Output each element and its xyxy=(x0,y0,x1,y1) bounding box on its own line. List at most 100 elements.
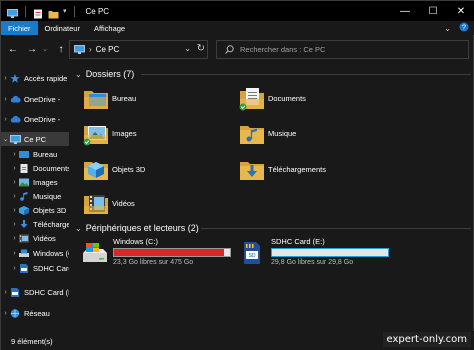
item-count: 9 élément(s) xyxy=(11,336,53,346)
music-folder-icon xyxy=(239,120,265,146)
divider xyxy=(141,74,471,75)
expand-ribbon-icon[interactable]: ⌄ xyxy=(444,24,451,33)
search-icon xyxy=(225,45,234,54)
chevron-right-icon[interactable]: › xyxy=(10,250,19,257)
folder-images[interactable]: Images xyxy=(83,119,137,147)
divider xyxy=(73,5,75,17)
chevron-down-icon[interactable]: ⌄ xyxy=(75,224,82,233)
forward-arrow-icon[interactable]: → xyxy=(25,42,39,56)
drive-usage-fill xyxy=(114,249,225,256)
breadcrumb-current[interactable]: Ce PC xyxy=(96,45,120,54)
folder-videos[interactable]: Vidéos xyxy=(83,189,135,217)
watermark-logo: expert-only.com xyxy=(382,332,471,347)
navigation-pane: › Accès rapide › OneDrive - › OneDrive -… xyxy=(1,65,69,331)
title-bar: ▾ Ce PC — ☐ ✕ xyxy=(1,1,474,21)
refresh-icon[interactable]: ↻ xyxy=(197,43,205,54)
chevron-right-icon[interactable]: › xyxy=(10,265,19,272)
chevron-right-icon[interactable]: › xyxy=(10,207,19,214)
drive-usage-bar xyxy=(113,248,231,257)
hard-drive-icon xyxy=(81,241,109,265)
folder-musique[interactable]: Musique xyxy=(239,119,296,147)
tab-fichier[interactable]: Fichier xyxy=(1,21,38,35)
sidebar-item-onedrive-1[interactable]: › OneDrive - xyxy=(1,92,60,106)
folder-objets-3d[interactable]: Objets 3D xyxy=(83,155,145,183)
images-folder-icon xyxy=(83,120,109,146)
quick-access-dropdown-icon[interactable]: ▾ xyxy=(63,7,67,15)
chevron-right-icon[interactable]: › xyxy=(1,96,10,103)
videos-folder-icon xyxy=(83,190,109,216)
sidebar-item-reseau[interactable]: › Réseau xyxy=(1,306,50,320)
recent-locations-icon[interactable]: ⌄ xyxy=(41,42,49,56)
ribbon-right-controls: ⌄ ? xyxy=(444,21,469,35)
images-folder-icon xyxy=(19,178,29,187)
music-folder-icon xyxy=(19,191,29,201)
chevron-right-icon[interactable]: › xyxy=(10,235,19,242)
tab-affichage[interactable]: Affichage xyxy=(87,21,132,35)
sidebar-item-onedrive-2[interactable]: › OneDrive - xyxy=(1,112,60,126)
network-icon xyxy=(10,308,20,318)
chevron-right-icon[interactable]: › xyxy=(1,310,10,317)
chevron-right-icon[interactable]: › xyxy=(1,116,10,123)
sidebar-item-objets-3d[interactable]: › Objets 3D xyxy=(10,203,66,217)
properties-icon[interactable] xyxy=(33,6,44,19)
sd-card-icon xyxy=(19,263,29,273)
sidebar-item-telechargements[interactable]: › Téléchargements xyxy=(10,217,69,231)
breadcrumb-separator-icon[interactable]: › xyxy=(89,45,92,54)
3d-objects-icon xyxy=(19,205,29,215)
computer-icon xyxy=(74,44,85,55)
sidebar-item-windows-c[interactable]: › Windows (C:) xyxy=(10,246,69,260)
chevron-right-icon[interactable]: › xyxy=(10,151,19,158)
folder-documents[interactable]: Documents xyxy=(239,84,306,112)
close-button[interactable]: ✕ xyxy=(447,1,474,21)
svg-text:?: ? xyxy=(462,25,466,32)
chevron-right-icon[interactable]: › xyxy=(10,165,19,172)
chevron-down-icon[interactable]: ⌄ xyxy=(75,70,82,79)
drives-group-header[interactable]: ⌄ Périphériques et lecteurs (2) xyxy=(75,221,199,235)
folder-bureau[interactable]: Bureau xyxy=(83,84,136,112)
navigation-bar: ← → ⌄ ↑ › Ce PC ⌄ ↻ Rechercher dans : Ce… xyxy=(1,35,474,63)
drive-space-info: 23,3 Go libres sur 475 Go xyxy=(113,259,194,266)
divider xyxy=(25,5,26,17)
documents-folder-icon xyxy=(19,163,29,173)
tab-ordinateur[interactable]: Ordinateur xyxy=(38,21,87,35)
desktop-folder-icon xyxy=(83,85,109,111)
sidebar-item-ce-pc[interactable]: ⌄ Ce PC xyxy=(1,132,69,146)
drive-windows-c[interactable]: Windows (C:) 23,3 Go libres sur 475 Go xyxy=(81,237,241,273)
drive-space-info: 29,8 Go libres sur 29,8 Go xyxy=(271,259,354,266)
drive-sdhc-card-e[interactable]: SD SDHC Card (E:) 29,8 Go libres sur 29,… xyxy=(239,237,399,273)
sidebar-item-bureau[interactable]: › Bureau xyxy=(10,147,57,161)
address-dropdown-icon[interactable]: ⌄ xyxy=(184,44,191,53)
sd-card-icon xyxy=(10,287,20,297)
sidebar-item-images[interactable]: › Images xyxy=(10,175,57,189)
address-bar[interactable]: › Ce PC ⌄ ↻ xyxy=(69,40,208,59)
chevron-right-icon[interactable]: › xyxy=(1,289,10,296)
help-icon[interactable]: ? xyxy=(459,22,469,34)
chevron-right-icon[interactable]: › xyxy=(1,75,10,82)
up-arrow-icon[interactable]: ↑ xyxy=(54,42,68,56)
content-pane: ⌄ Dossiers (7) Bureau Documents Images M… xyxy=(71,65,474,331)
download-folder-icon xyxy=(239,156,265,182)
chevron-down-icon[interactable]: ⌄ xyxy=(1,135,10,143)
sidebar-item-musique[interactable]: › Musique xyxy=(10,189,61,203)
drive-usage-bar xyxy=(271,248,389,257)
folders-group-header[interactable]: ⌄ Dossiers (7) xyxy=(75,67,134,81)
computer-icon xyxy=(7,6,18,18)
sidebar-item-sdhc-card-root[interactable]: › SDHC Card (E:) xyxy=(1,285,69,299)
search-box[interactable]: Rechercher dans : Ce PC xyxy=(216,40,469,59)
chevron-right-icon[interactable]: › xyxy=(10,221,19,228)
sidebar-item-videos[interactable]: › Vidéos xyxy=(10,231,55,245)
download-icon xyxy=(19,219,29,229)
folder-telechargements[interactable]: Téléchargements xyxy=(239,155,326,183)
maximize-button[interactable]: ☐ xyxy=(419,1,447,21)
quick-access-toolbar: ▾ xyxy=(1,5,78,19)
cloud-icon xyxy=(10,115,21,124)
chevron-right-icon[interactable]: › xyxy=(10,179,19,186)
sidebar-item-documents[interactable]: › Documents xyxy=(10,161,69,175)
computer-icon xyxy=(10,134,21,144)
sidebar-item-sdhc-card[interactable]: › SDHC Card (E:) xyxy=(10,261,69,275)
back-arrow-icon[interactable]: ← xyxy=(6,42,20,56)
chevron-right-icon[interactable]: › xyxy=(10,193,19,200)
minimize-button[interactable]: — xyxy=(391,1,419,21)
new-folder-icon[interactable] xyxy=(48,6,59,19)
sidebar-item-acces-rapide[interactable]: › Accès rapide xyxy=(1,71,67,85)
